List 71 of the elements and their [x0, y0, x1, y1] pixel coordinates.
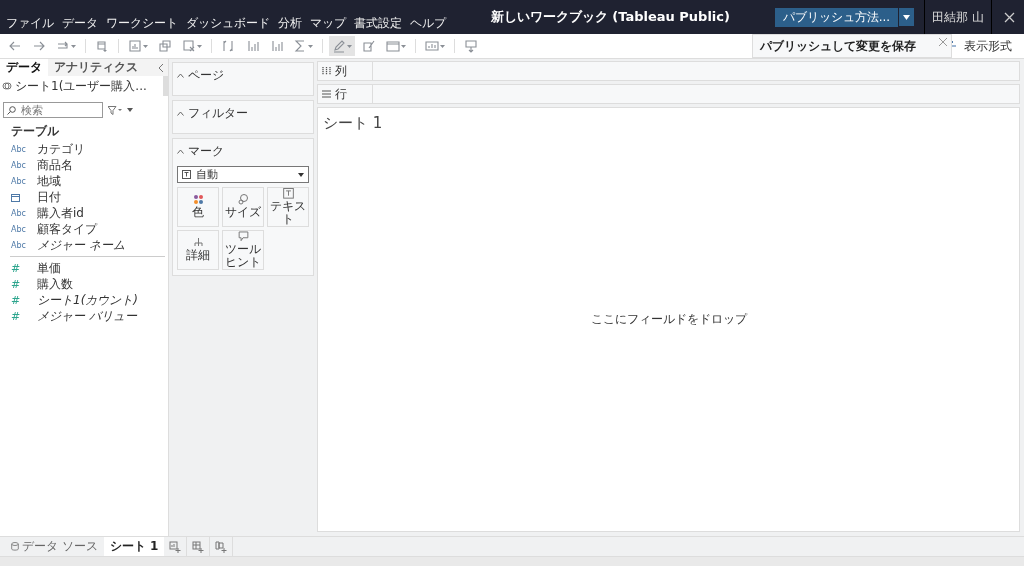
field-type-label: # [11, 309, 21, 323]
size-icon [237, 194, 249, 206]
section-heading: テーブル [10, 123, 60, 140]
card-title: マーク [188, 143, 224, 160]
publish-button[interactable]: パブリッシュ方法... [774, 7, 899, 27]
filter-icon[interactable] [108, 105, 122, 115]
field-item[interactable]: メジャー ネーム [37, 236, 125, 254]
field-item[interactable]: 単価 [37, 259, 61, 277]
field-item[interactable]: カテゴリ [37, 140, 85, 158]
field-type-label: Abc [11, 160, 26, 170]
calendar-icon [11, 192, 20, 202]
show-me-label: 表示形式 [964, 37, 1012, 55]
publish-dropdown-button[interactable] [898, 8, 915, 26]
field-type-label: # [11, 293, 21, 307]
tooltip-text: パブリッシュして変更を保存 [760, 37, 916, 55]
window-title: 新しいワークブック (Tableau Public) [490, 8, 730, 26]
drop-hint: ここにフィールドをドロップ [590, 311, 747, 328]
text-mark-icon [182, 170, 191, 179]
data-source-item[interactable]: シート1(ユーザー購入... [15, 77, 147, 95]
menu-item[interactable]: データ [62, 14, 98, 32]
field-item[interactable]: 商品名 [37, 156, 73, 174]
field-type-label: Abc [11, 144, 26, 154]
field-item[interactable]: 購入数 [37, 275, 73, 293]
menu-item[interactable]: マップ [310, 14, 346, 32]
search-field[interactable]: 検索 [3, 102, 103, 118]
menu-item[interactable]: ファイル [6, 14, 54, 32]
field-item[interactable]: 顧客タイプ [37, 220, 97, 238]
card-title: フィルター [188, 105, 248, 122]
tooltip-icon [237, 231, 249, 242]
sheet-title: シート 1 [323, 114, 383, 133]
field-item[interactable]: 地域 [37, 172, 61, 190]
color-icon [192, 194, 204, 206]
field-type-label: Abc [11, 208, 26, 218]
columns-shelf[interactable]: 列 [317, 61, 1020, 81]
card-title: ページ [188, 67, 224, 84]
field-item[interactable]: 購入者id [37, 204, 84, 222]
field-type-label: Abc [11, 176, 26, 186]
menu-item[interactable]: 書式設定 [354, 14, 402, 32]
menu-item[interactable]: ヘルプ [410, 14, 446, 32]
field-type-label: # [11, 261, 21, 275]
caret-icon [903, 14, 911, 20]
pane-tab[interactable]: アナリティクス [48, 59, 144, 76]
close-icon[interactable] [1004, 11, 1015, 23]
detail-icon [192, 237, 204, 249]
rows-shelf[interactable]: 行 [317, 84, 1020, 104]
field-type-label: # [11, 277, 21, 291]
highlight-pen-icon[interactable] [329, 36, 355, 56]
menu-item[interactable]: 分析 [278, 14, 302, 32]
sheet-tab[interactable]: シート 1 [103, 537, 165, 556]
rows-icon [322, 90, 331, 98]
shelf-label: 行 [335, 85, 347, 103]
columns-icon [322, 67, 331, 75]
shelf-label: 列 [335, 62, 347, 80]
collapse-caret-icon[interactable] [177, 149, 184, 154]
menu-item[interactable]: ワークシート [106, 14, 178, 32]
field-type-label: Abc [11, 224, 26, 234]
field-item[interactable]: シート1(カウント) [37, 291, 138, 309]
pane-tab[interactable]: データ [0, 59, 48, 76]
database-icon [11, 542, 19, 551]
field-type-label: Abc [11, 240, 26, 250]
collapse-caret-icon[interactable] [177, 111, 184, 116]
field-item[interactable]: 日付 [37, 188, 61, 206]
text-icon [282, 188, 294, 199]
worksheet-area[interactable]: シート 1 ここにフィールドをドロップ [317, 107, 1020, 532]
field-item[interactable]: メジャー バリュー [37, 307, 137, 325]
collapse-caret-icon[interactable] [177, 73, 184, 78]
sheet-tab[interactable]: データ ソース [5, 537, 104, 556]
dropdown-icon[interactable] [127, 108, 133, 112]
caret-icon [298, 172, 304, 177]
menu-item[interactable]: ダッシュボード [186, 14, 270, 32]
collapse-icon[interactable] [159, 63, 164, 72]
